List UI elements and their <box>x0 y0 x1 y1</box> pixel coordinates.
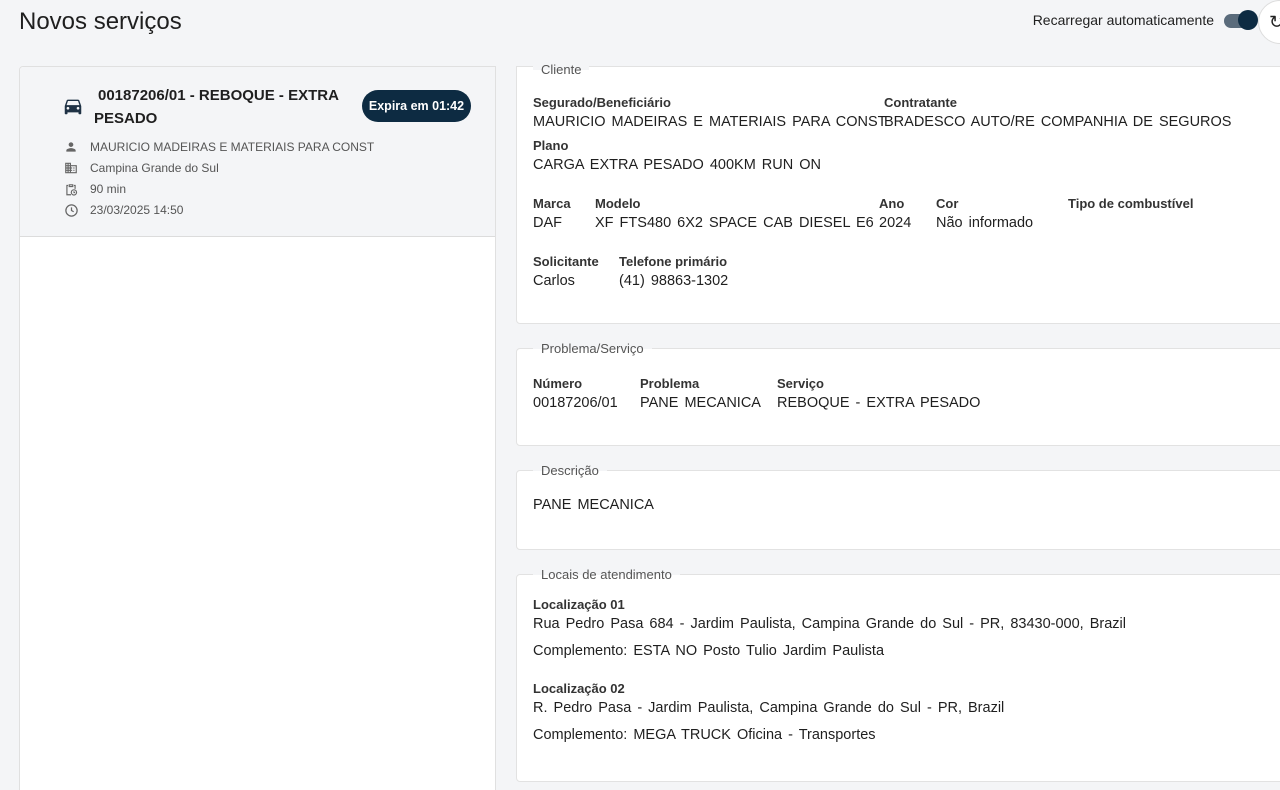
ano-value: 2024 <box>879 215 912 231</box>
service-card[interactable]: 00187206/01 - REBOQUE - EXTRA PESADO Exp… <box>20 67 495 237</box>
city-row: Campina Grande do Sul <box>62 160 219 176</box>
auto-reload-label: Recarregar automaticamente <box>1032 12 1214 28</box>
page: Novos serviços Recarregar automaticament… <box>0 0 1280 790</box>
telefone-value: (41) 98863-1302 <box>619 273 729 289</box>
cliente-legend: Cliente <box>533 62 590 78</box>
building-icon <box>62 160 80 176</box>
numero-field: Número 00187206/01 <box>533 376 618 413</box>
service-title-line2: PESADO <box>94 110 158 127</box>
combustivel-label: Tipo de combustível <box>1068 196 1194 211</box>
city-name: Campina Grande do Sul <box>90 161 219 175</box>
descricao-text: PANE MECANICA <box>533 497 654 513</box>
solicitante-value: Carlos <box>533 273 575 289</box>
client-name: MAURICIO MADEIRAS E MATERIAIS PARA CONST <box>90 140 375 154</box>
descricao-legend: Descrição <box>533 463 607 479</box>
toggle-knob <box>1238 10 1258 30</box>
duration: 90 min <box>90 182 127 196</box>
telefone-field: Telefone primário (41) 98863-1302 <box>619 254 728 291</box>
contratante-field: Contratante BRADESCO AUTO/RE COMPANHIA D… <box>884 95 1231 132</box>
servico-value: REBOQUE - EXTRA PESADO <box>777 395 981 411</box>
duration-row: 90 min <box>62 181 126 197</box>
cor-value: Não informado <box>936 215 1034 231</box>
contratante-value: BRADESCO AUTO/RE COMPANHIA DE SEGUROS <box>884 114 1232 130</box>
page-title: Novos serviços <box>19 8 182 35</box>
localizacao-address: R. Pedro Pasa - Jardim Paulista, Campina… <box>533 700 1005 716</box>
marca-label: Marca <box>533 196 571 211</box>
segurado-label: Segurado/Beneficiário <box>533 95 671 110</box>
numero-value: 00187206/01 <box>533 395 618 411</box>
ano-label: Ano <box>879 196 905 211</box>
auto-reload-control: Recarregar automaticamente <box>1032 10 1258 30</box>
locais-legend: Locais de atendimento <box>533 567 680 583</box>
clipboard-clock-icon <box>62 181 80 197</box>
modelo-label: Modelo <box>595 196 641 211</box>
locais-section: Locais de atendimento Localização 01 Rua… <box>516 567 1280 782</box>
cliente-section: Cliente Segurado/Beneficiário MAURICIO M… <box>516 62 1280 324</box>
person-icon <box>62 139 80 155</box>
segurado-field: Segurado/Beneficiário MAURICIO MADEIRAS … <box>533 95 886 132</box>
servico-label: Serviço <box>777 376 824 391</box>
datetime-row: 23/03/2025 14:50 <box>62 202 183 218</box>
numero-label: Número <box>533 376 583 391</box>
car-icon <box>64 99 82 115</box>
datetime: 23/03/2025 14:50 <box>90 203 184 217</box>
problema-section: Problema/Serviço Número 00187206/01 Prob… <box>516 341 1280 446</box>
plano-value: CARGA EXTRA PESADO 400KM RUN ON <box>533 157 821 173</box>
contratante-label: Contratante <box>884 95 957 110</box>
solicitante-field: Solicitante Carlos <box>533 254 599 291</box>
problema-field: Problema PANE MECANICA <box>640 376 761 413</box>
auto-reload-toggle[interactable] <box>1222 10 1258 30</box>
service-title-line1: 00187206/01 - REBOQUE - EXTRA <box>98 87 339 104</box>
plano-label: Plano <box>533 138 569 153</box>
segurado-value: MAURICIO MADEIRAS E MATERIAIS PARA CONST <box>533 114 887 130</box>
localizacao-address: Rua Pedro Pasa 684 - Jardim Paulista, Ca… <box>533 616 1126 632</box>
combustivel-field: Tipo de combustível <box>1068 196 1193 212</box>
marca-field: Marca DAF <box>533 196 571 233</box>
service-list: 00187206/01 - REBOQUE - EXTRA PESADO Exp… <box>19 66 496 790</box>
marca-value: DAF <box>533 215 562 231</box>
ano-field: Ano 2024 <box>879 196 911 233</box>
solicitante-label: Solicitante <box>533 254 599 269</box>
problema-label: Problema <box>640 376 700 391</box>
localizacao-complement: Complemento: MEGA TRUCK Oficina - Transp… <box>533 727 876 743</box>
descricao-section: Descrição PANE MECANICA <box>516 463 1280 550</box>
servico-field: Serviço REBOQUE - EXTRA PESADO <box>777 376 980 413</box>
localizacao-01: Localização 01 Rua Pedro Pasa 684 - Jard… <box>533 597 1126 634</box>
expiry-badge: Expira em 01:42 <box>362 90 471 122</box>
modelo-field: Modelo XF FTS480 6X2 SPACE CAB DIESEL E6 <box>595 196 874 233</box>
refresh-icon: ↻ <box>1269 12 1280 32</box>
plano-field: Plano CARGA EXTRA PESADO 400KM RUN ON <box>533 138 821 175</box>
problema-legend: Problema/Serviço <box>533 341 652 357</box>
problema-value: PANE MECANICA <box>640 395 761 411</box>
modelo-value: XF FTS480 6X2 SPACE CAB DIESEL E6 <box>595 215 874 231</box>
localizacao-02: Localização 02 R. Pedro Pasa - Jardim Pa… <box>533 681 1004 718</box>
client-row: MAURICIO MADEIRAS E MATERIAIS PARA CONST <box>62 139 374 155</box>
localizacao-complement: Complemento: ESTA NO Posto Tulio Jardim … <box>533 643 885 659</box>
localizacao-label: Localização 01 <box>533 597 625 612</box>
cor-field: Cor Não informado <box>936 196 1033 233</box>
localizacao-label: Localização 02 <box>533 681 625 696</box>
cor-label: Cor <box>936 196 959 211</box>
service-title: 00187206/01 - REBOQUE - EXTRA PESADO <box>94 84 344 130</box>
telefone-label: Telefone primário <box>619 254 728 269</box>
clock-icon <box>62 202 80 218</box>
refresh-button[interactable]: ↻ <box>1258 0 1280 44</box>
